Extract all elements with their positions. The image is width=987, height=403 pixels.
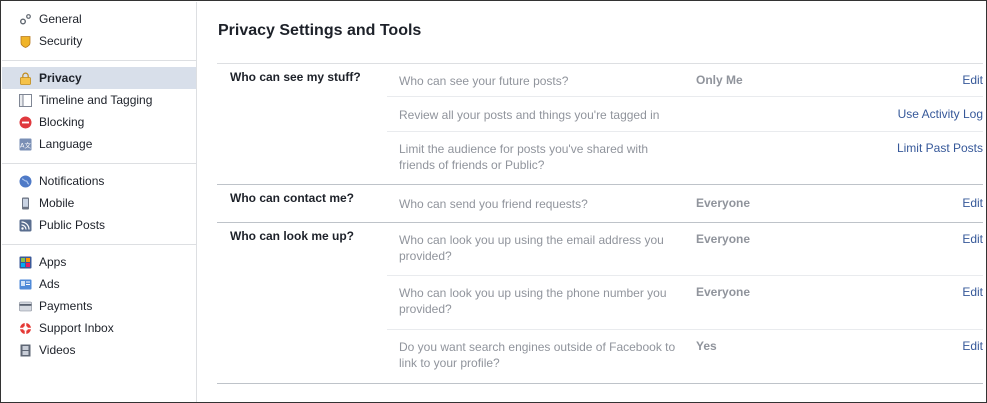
apps-icon [19, 256, 32, 269]
setting-row: Limit the audience for posts you've shar… [387, 132, 983, 184]
lock-icon [19, 72, 32, 85]
limit-past-posts-link[interactable]: Limit Past Posts [897, 141, 983, 155]
sidebar-item-label: Mobile [39, 196, 75, 210]
sidebar-group: Apps Ads Payments Support Inbox Videos [2, 245, 196, 369]
setting-row: Do you want search engines outside of Fa… [387, 330, 983, 383]
setting-description: Who can see your future posts? [399, 74, 569, 88]
sidebar-item-label: Ads [39, 277, 60, 291]
edit-link[interactable]: Edit [962, 285, 983, 299]
setting-row: Review all your posts and things you're … [387, 97, 983, 132]
mobile-icon [19, 197, 32, 210]
ads-icon [19, 278, 32, 291]
edit-link[interactable]: Edit [962, 339, 983, 353]
setting-row: Who can look you up using the email addr… [387, 223, 983, 276]
lifebuoy-icon [19, 322, 32, 335]
sidebar-item-label: Blocking [39, 115, 85, 129]
sidebar-item-blocking[interactable]: Blocking [2, 111, 196, 133]
section-rows: Who can look you up using the email addr… [387, 223, 983, 383]
settings-section: Who can see my stuff? Who can see your fu… [217, 64, 983, 185]
sidebar-item-label: Apps [39, 255, 67, 269]
sidebar-item-label: Security [39, 34, 83, 48]
sidebar-item-label: Language [39, 137, 93, 151]
sidebar-item-public-posts[interactable]: Public Posts [2, 214, 196, 236]
sidebar-item-timeline-and-tagging[interactable]: Timeline and Tagging [2, 89, 196, 111]
setting-value: Yes [696, 339, 717, 353]
settings-window: General Security Privacy Timeline and Taggi… [0, 0, 987, 403]
language-icon: A文 [19, 138, 32, 151]
sidebar-item-label: Timeline and Tagging [39, 93, 153, 107]
section-label: Who can see my stuff? [230, 70, 361, 84]
setting-description: Who can send you friend requests? [399, 197, 588, 211]
sidebar-item-videos[interactable]: Videos [2, 339, 196, 361]
page-title: Privacy Settings and Tools [218, 22, 422, 39]
rss-icon [19, 219, 32, 232]
settings-section: Who can look me up? Who can look you up u… [217, 223, 983, 384]
svg-text:A文: A文 [20, 140, 31, 149]
card-icon [19, 300, 32, 313]
sidebar-item-language[interactable]: A文 Language [2, 133, 196, 155]
setting-value: Everyone [696, 232, 751, 246]
setting-description: Do you want search engines outside of Fa… [399, 340, 676, 370]
section-label: Who can contact me? [230, 191, 355, 205]
sidebar-item-payments[interactable]: Payments [2, 295, 196, 317]
film-icon [19, 344, 32, 357]
sidebar-item-mobile[interactable]: Mobile [2, 192, 196, 214]
section-rows: Who can send you friend requests? Everyon… [387, 185, 983, 222]
timeline-icon [19, 93, 32, 107]
setting-row: Who can see your future posts? Only Me Edi… [387, 64, 983, 97]
edit-link[interactable]: Edit [962, 73, 983, 87]
edit-link[interactable]: Edit [962, 196, 983, 210]
gears-icon [19, 13, 32, 26]
sidebar-item-general[interactable]: General [2, 8, 196, 30]
sidebar-item-ads[interactable]: Ads [2, 273, 196, 295]
setting-value: Everyone [696, 285, 751, 299]
sidebar-item-support-inbox[interactable]: Support Inbox [2, 317, 196, 339]
settings-section: Who can contact me? Who can send you frie… [217, 185, 983, 223]
sidebar-group: Notifications Mobile Public Posts [2, 164, 196, 245]
globe-icon [19, 175, 32, 188]
sidebar-item-label: Payments [39, 299, 93, 313]
sidebar-item-label: Support Inbox [39, 321, 114, 335]
setting-description: Limit the audience for posts you've shar… [399, 142, 649, 172]
setting-description: Who can look you up using the email addr… [399, 233, 664, 263]
sidebar-item-security[interactable]: Security [2, 30, 196, 52]
sidebar-item-label: Notifications [39, 174, 105, 188]
sidebar-item-label: Public Posts [39, 218, 106, 232]
sidebar-item-label: Videos [39, 343, 76, 357]
setting-description: Who can look you up using the phone numb… [399, 286, 667, 316]
sidebar-item-label: General [39, 12, 82, 26]
privacy-settings-table: Who can see my stuff? Who can see your fu… [217, 63, 983, 384]
setting-value: Everyone [696, 196, 751, 210]
blocking-icon [19, 116, 32, 129]
setting-row: Who can look you up using the phone numb… [387, 276, 983, 330]
edit-link[interactable]: Edit [962, 232, 983, 246]
sidebar-item-apps[interactable]: Apps [2, 251, 196, 273]
sidebar-group: General Security [2, 2, 196, 61]
setting-value: Only Me [696, 73, 743, 87]
sidebar-group: Privacy Timeline and Tagging Blocking A文 Lan… [2, 61, 196, 164]
sidebar-item-label: Privacy [39, 71, 82, 85]
settings-sidebar: General Security Privacy Timeline and Taggi… [2, 2, 197, 402]
badge-icon [19, 35, 32, 48]
section-rows: Who can see your future posts? Only Me Edi… [387, 64, 983, 184]
setting-description: Review all your posts and things you're … [399, 108, 660, 122]
use-activity-log-link[interactable]: Use Activity Log [898, 107, 983, 121]
setting-row: Who can send you friend requests? Everyon… [387, 185, 983, 222]
section-label: Who can look me up? [230, 229, 355, 243]
settings-main: Privacy Settings and Tools Who can see m… [198, 2, 985, 402]
sidebar-item-privacy[interactable]: Privacy [2, 67, 196, 89]
sidebar-item-notifications[interactable]: Notifications [2, 170, 196, 192]
